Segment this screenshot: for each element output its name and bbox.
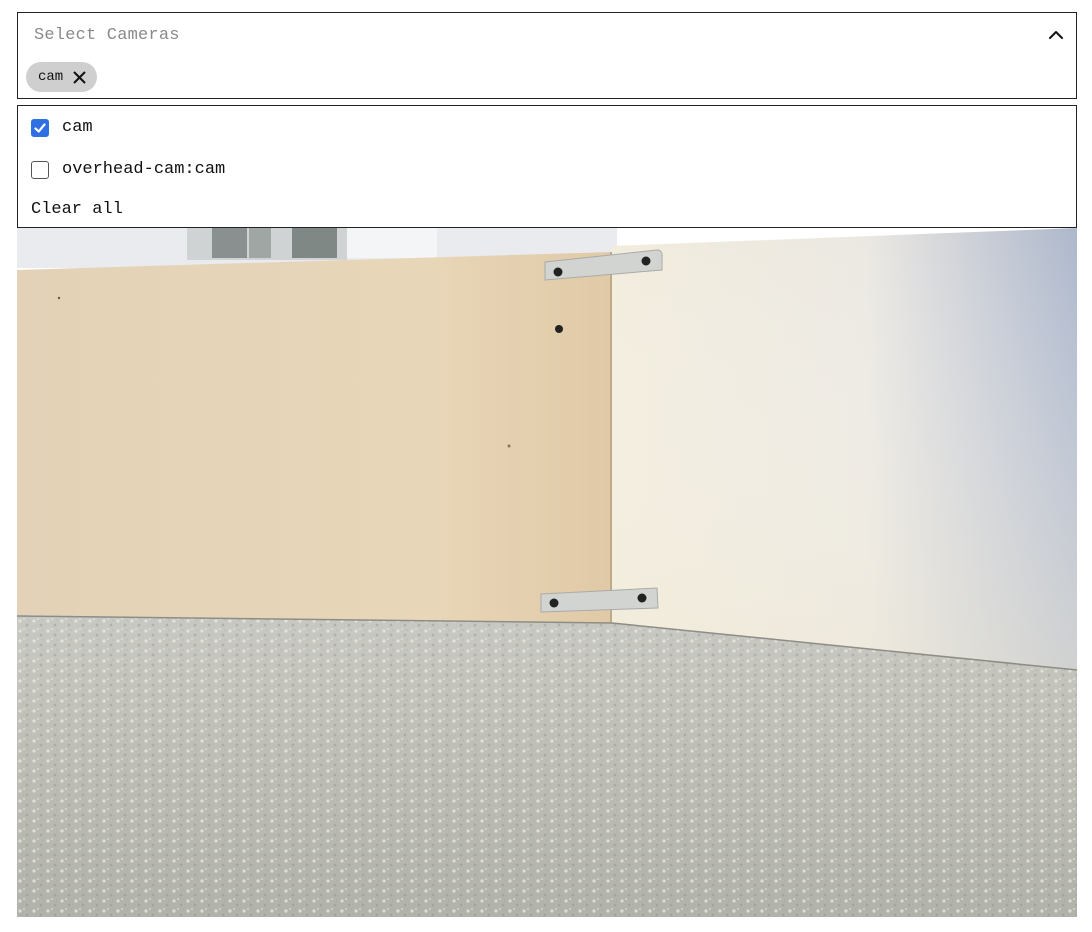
camera-feed-image [17, 228, 1077, 917]
checkbox-overhead-cam[interactable] [31, 160, 49, 179]
option-label: cam [62, 118, 93, 137]
chip-label: cam [38, 69, 64, 85]
option-cam[interactable]: cam [31, 118, 93, 137]
option-label: overhead-cam:cam [62, 160, 226, 179]
clear-all-button[interactable]: Clear all [31, 200, 123, 219]
close-icon[interactable] [72, 70, 87, 85]
camera-select[interactable]: Select Cameras cam [17, 12, 1077, 99]
camera-dropdown: cam overhead-cam:cam Clear all [17, 105, 1077, 228]
chevron-up-icon[interactable] [1048, 29, 1064, 41]
check-icon [34, 122, 46, 133]
checkbox-cam[interactable] [31, 118, 49, 137]
option-overhead-cam[interactable]: overhead-cam:cam [31, 160, 225, 179]
selected-camera-chip: cam [26, 62, 98, 92]
select-placeholder: Select Cameras [34, 26, 180, 45]
camera-frame [17, 228, 1077, 917]
